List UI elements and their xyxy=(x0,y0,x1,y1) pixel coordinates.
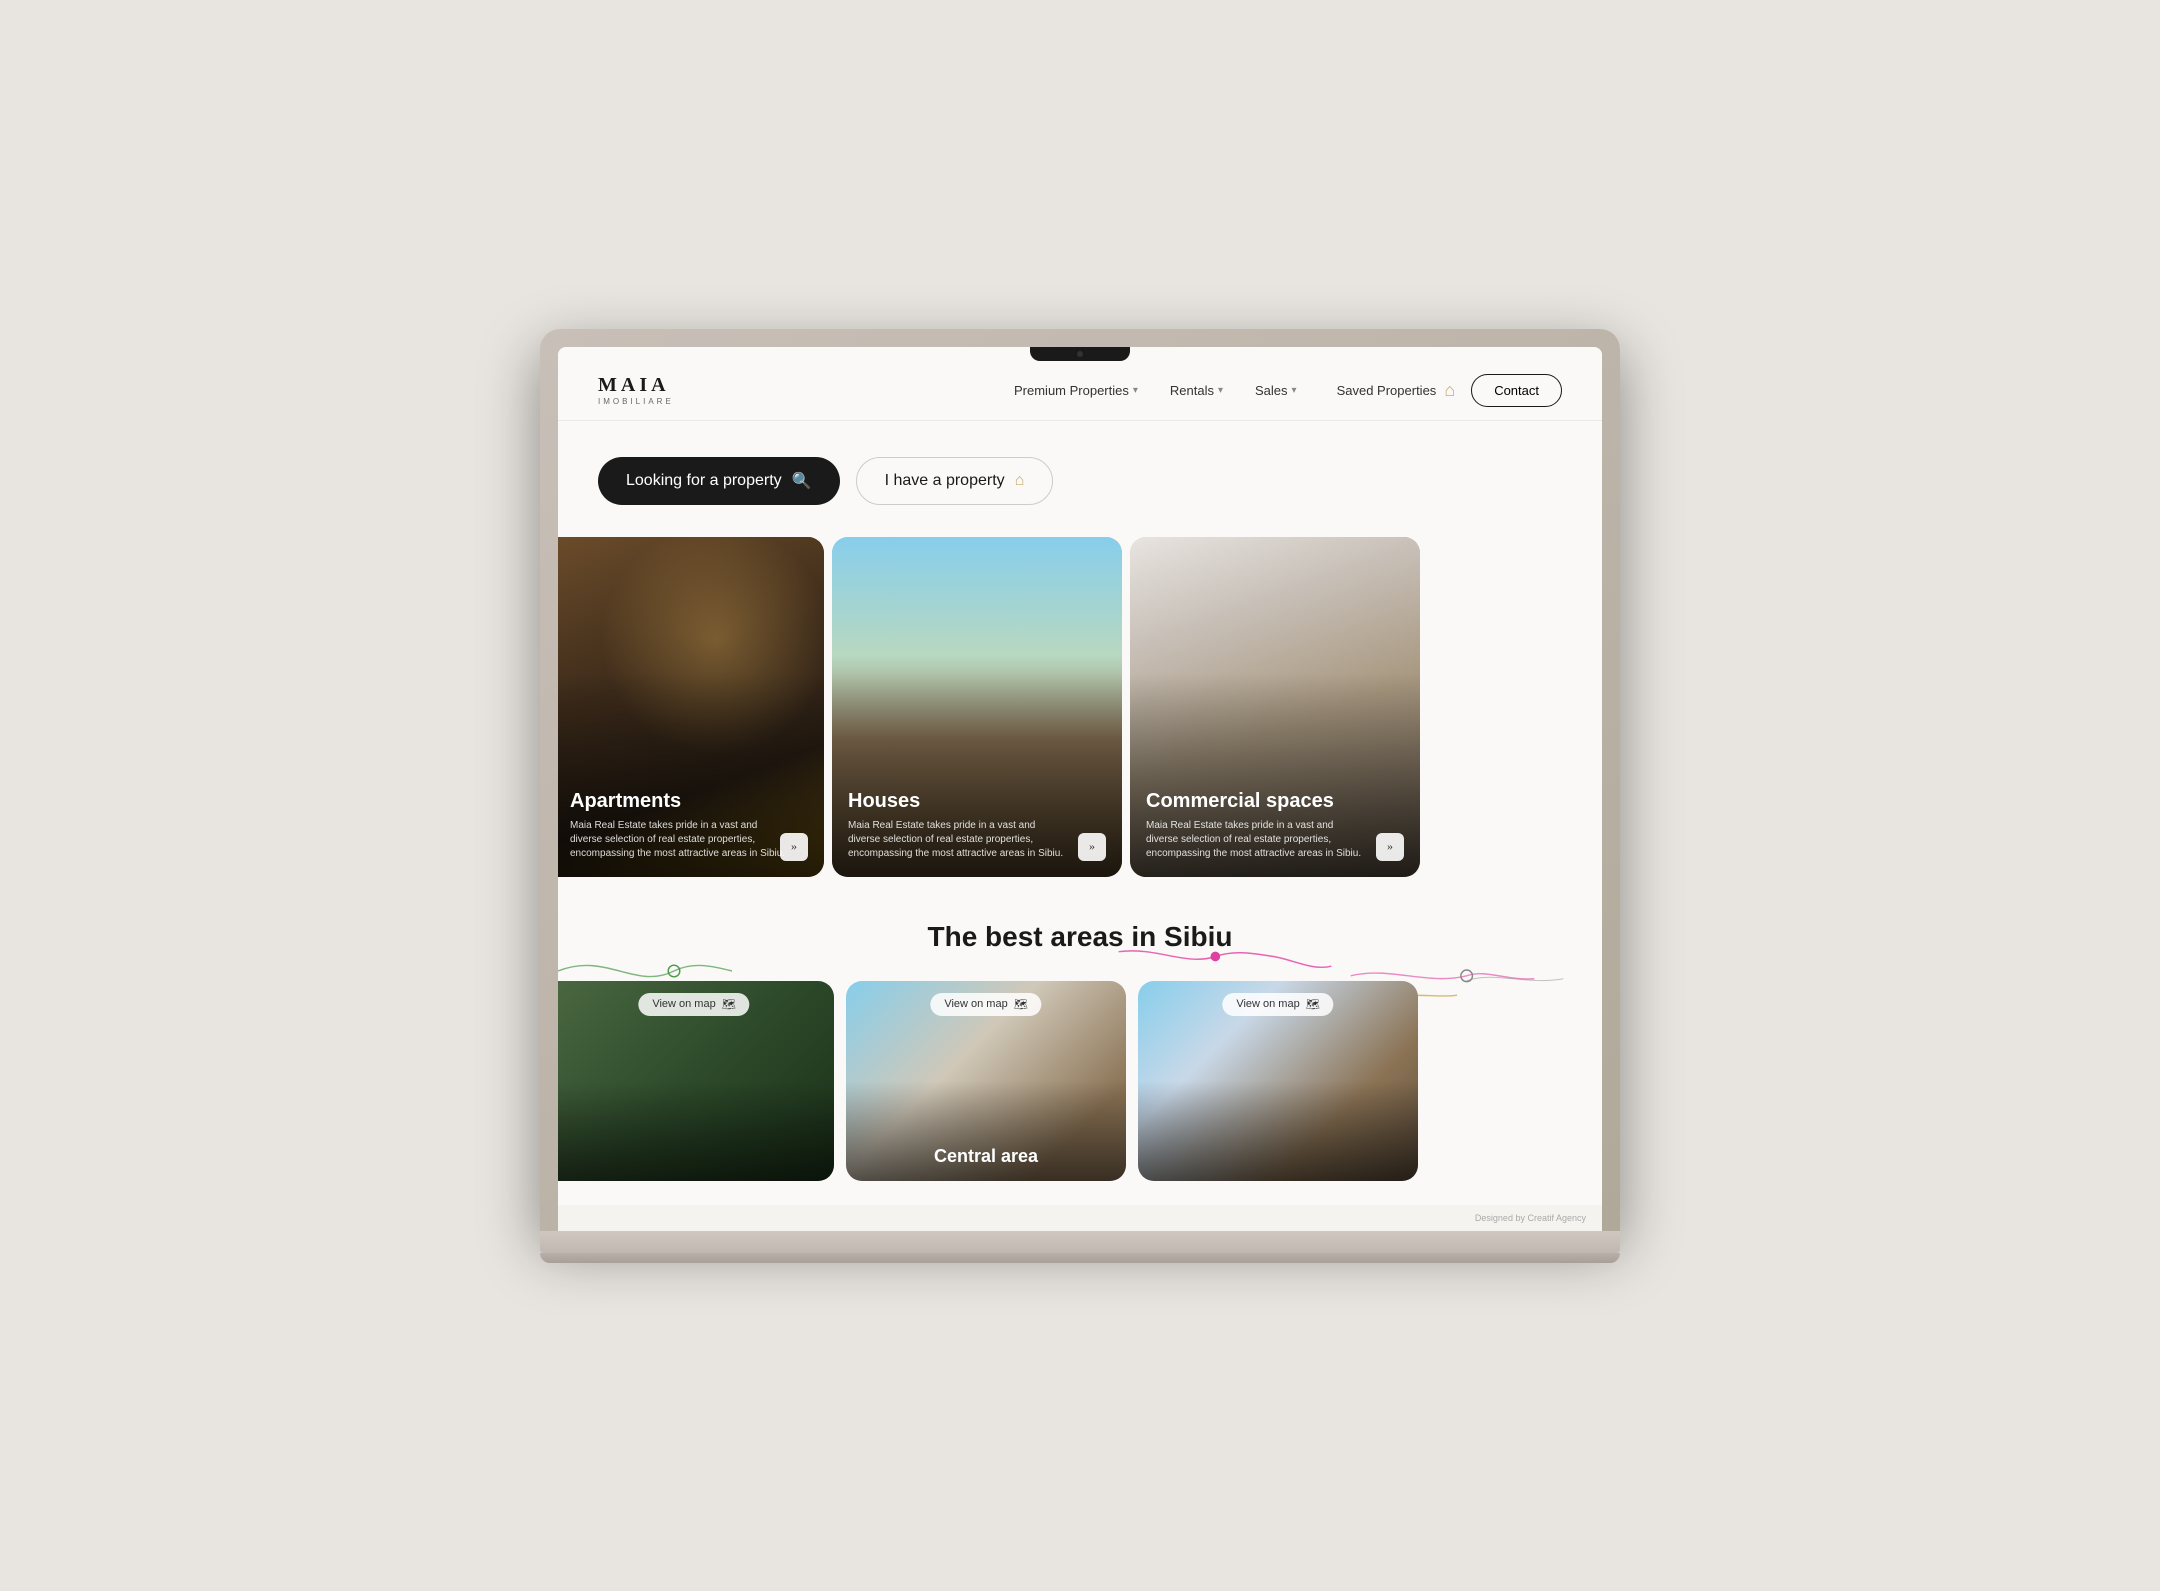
looking-for-property-button[interactable]: Looking for a property 🔍 xyxy=(598,457,840,505)
houses-card-content: Houses Maia Real Estate takes pride in a… xyxy=(832,774,1122,877)
view-map-central-button[interactable]: View on map 🗺 xyxy=(930,993,1041,1016)
webcam-dot xyxy=(1077,351,1083,357)
houses-title: Houses xyxy=(848,790,1106,813)
apartments-card[interactable]: Apartments Maia Real Estate takes pride … xyxy=(558,537,824,877)
forest-area-content xyxy=(558,1153,834,1181)
apartments-card-content: Apartments Maia Real Estate takes pride … xyxy=(558,774,824,877)
view-map-modern-button[interactable]: View on map 🗺 xyxy=(1222,993,1333,1016)
hero-section: Looking for a property 🔍 I have a proper… xyxy=(558,421,1602,533)
area-cards: View on map 🗺 View on map xyxy=(558,977,1602,1185)
houses-arrow-button[interactable]: » xyxy=(1078,833,1106,861)
property-cards-section: Apartments Maia Real Estate takes pride … xyxy=(558,533,1602,881)
search-icon: 🔍 xyxy=(792,471,812,491)
chevron-down-icon: ▾ xyxy=(1133,385,1138,396)
webcam-notch xyxy=(1030,347,1130,361)
commercial-title: Commercial spaces xyxy=(1146,790,1404,813)
houses-description: Maia Real Estate takes pride in a vast a… xyxy=(848,819,1068,861)
home-saved-icon: ⌂ xyxy=(1444,380,1455,401)
laptop-bottom xyxy=(540,1253,1620,1263)
map-icon: 🗺 xyxy=(1014,998,1028,1011)
nav-links: Premium Properties ▾ Rentals ▾ Sales ▾ xyxy=(1014,383,1297,398)
apartments-title: Apartments xyxy=(570,790,808,813)
central-area-content: Central area xyxy=(846,1132,1126,1181)
logo-subtitle: IMOBILIARE xyxy=(598,397,674,406)
logo-name: MAIA xyxy=(598,374,674,397)
home-icon: ⌂ xyxy=(1015,472,1025,490)
commercial-card-content: Commercial spaces Maia Real Estate takes… xyxy=(1130,774,1420,877)
contact-button[interactable]: Contact xyxy=(1471,374,1562,407)
footer-credit: Designed by Creatif Agency xyxy=(558,1205,1602,1231)
houses-card[interactable]: Houses Maia Real Estate takes pride in a… xyxy=(832,537,1122,877)
chevron-down-icon: ▾ xyxy=(1292,385,1297,396)
apartments-arrow-button[interactable]: » xyxy=(780,833,808,861)
nav-premium-properties[interactable]: Premium Properties ▾ xyxy=(1014,383,1138,398)
commercial-arrow-button[interactable]: » xyxy=(1376,833,1404,861)
nav-rentals[interactable]: Rentals ▾ xyxy=(1170,383,1223,398)
best-areas-section: The best areas in Sibiu View on map 🗺 xyxy=(558,881,1602,1205)
website-content: MAIA IMOBILIARE Premium Properties ▾ Ren… xyxy=(558,347,1602,1205)
chevron-down-icon: ▾ xyxy=(1218,385,1223,396)
saved-properties-button[interactable]: Saved Properties ⌂ xyxy=(1337,380,1456,401)
have-property-button[interactable]: I have a property ⌂ xyxy=(856,457,1054,505)
laptop-base xyxy=(540,1231,1620,1253)
apartments-description: Maia Real Estate takes pride in a vast a… xyxy=(570,819,790,861)
central-area-title: Central area xyxy=(860,1146,1112,1167)
commercial-card[interactable]: Commercial spaces Maia Real Estate takes… xyxy=(1130,537,1420,877)
looking-label: Looking for a property xyxy=(626,472,782,490)
commercial-description: Maia Real Estate takes pride in a vast a… xyxy=(1146,819,1366,861)
map-icon: 🗺 xyxy=(722,998,736,1011)
map-icon: 🗺 xyxy=(1306,998,1320,1011)
logo: MAIA IMOBILIARE xyxy=(598,374,674,406)
best-areas-title: The best areas in Sibiu xyxy=(558,921,1602,953)
saved-properties-label: Saved Properties xyxy=(1337,383,1437,398)
view-map-forest-button[interactable]: View on map 🗺 xyxy=(638,993,749,1016)
navigation: MAIA IMOBILIARE Premium Properties ▾ Ren… xyxy=(558,361,1602,421)
modern-area-card[interactable]: View on map 🗺 xyxy=(1138,981,1418,1181)
nav-right: Saved Properties ⌂ Contact xyxy=(1337,374,1562,407)
nav-sales[interactable]: Sales ▾ xyxy=(1255,383,1297,398)
forest-area-card[interactable]: View on map 🗺 xyxy=(558,981,834,1181)
central-area-card[interactable]: View on map 🗺 Central area xyxy=(846,981,1126,1181)
laptop-frame: MAIA IMOBILIARE Premium Properties ▾ Ren… xyxy=(540,329,1620,1263)
have-label: I have a property xyxy=(885,472,1005,490)
modern-area-content xyxy=(1138,1153,1418,1181)
